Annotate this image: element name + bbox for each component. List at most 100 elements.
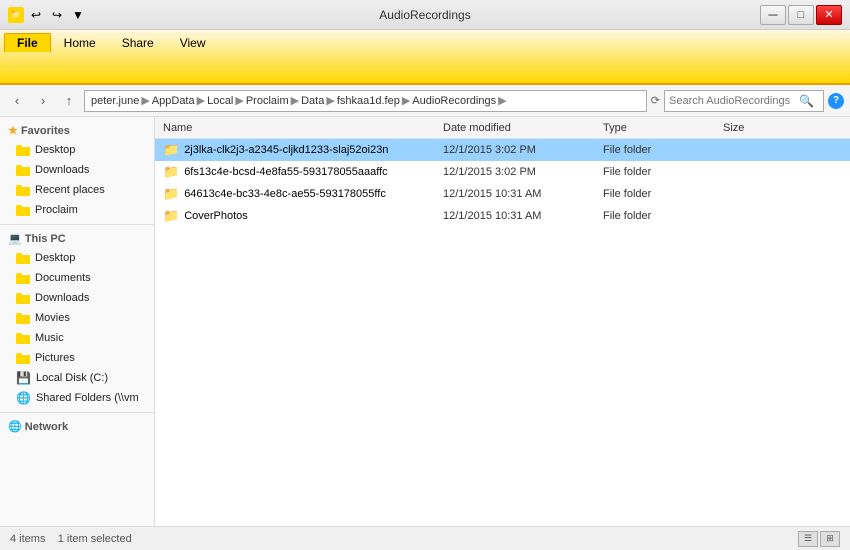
star-icon: ★ bbox=[8, 125, 18, 137]
sidebar-item-music[interactable]: Music bbox=[0, 328, 154, 348]
folder-icon bbox=[16, 185, 30, 196]
folder-icon bbox=[16, 273, 30, 284]
file-name-cell: 📁 64613c4e-bc33-4e8c-ae55-593178055ffc bbox=[163, 186, 443, 202]
sidebar-group-network[interactable]: 🌐 Network bbox=[0, 417, 154, 436]
sidebar-item-proclaim[interactable]: Proclaim bbox=[0, 200, 154, 220]
refresh-button[interactable]: ⟳ bbox=[651, 94, 660, 107]
sidebar-item-downloads-pc[interactable]: Downloads bbox=[0, 288, 154, 308]
col-header-date[interactable]: Date modified bbox=[443, 122, 603, 134]
table-row[interactable]: 📁 CoverPhotos 12/1/2015 10:31 AM File fo… bbox=[155, 205, 850, 227]
maximize-button[interactable]: □ bbox=[788, 5, 814, 25]
sidebar: ★ Favorites Desktop Downloads Recent pla… bbox=[0, 117, 155, 526]
file-name-cell: 📁 6fs13c4e-bcsd-4e8fa55-593178055aaaffc bbox=[163, 164, 443, 180]
tab-file[interactable]: File bbox=[4, 33, 51, 52]
nav-up-button[interactable]: ↑ bbox=[58, 90, 80, 112]
window-title: AudioRecordings bbox=[379, 8, 470, 22]
sidebar-item-pictures[interactable]: Pictures bbox=[0, 348, 154, 368]
view-tiles-button[interactable]: ⊞ bbox=[820, 531, 840, 547]
folder-icon bbox=[16, 333, 30, 344]
sidebar-item-localdisk[interactable]: 💾 Local Disk (C:) bbox=[0, 368, 154, 388]
sidebar-item-movies[interactable]: Movies bbox=[0, 308, 154, 328]
file-date-cell: 12/1/2015 10:31 AM bbox=[443, 210, 603, 222]
main-area: ★ Favorites Desktop Downloads Recent pla… bbox=[0, 117, 850, 526]
sidebar-section-thispc: 💻 This PC Desktop Documents Downloads Mo… bbox=[0, 229, 154, 408]
tab-share[interactable]: Share bbox=[109, 33, 167, 52]
file-list: 📁 2j3lka-clk2j3-a2345-cljkd1233-slaj52oi… bbox=[155, 139, 850, 227]
minimize-button[interactable]: ─ bbox=[760, 5, 786, 25]
sidebar-item-downloads-fav[interactable]: Downloads bbox=[0, 160, 154, 180]
path-3: Local bbox=[207, 95, 233, 107]
path-1: peter.june bbox=[91, 95, 139, 107]
sidebar-item-recent[interactable]: Recent places bbox=[0, 180, 154, 200]
folder-icon bbox=[16, 165, 30, 176]
view-details-button[interactable]: ☰ bbox=[798, 531, 818, 547]
title-bar-left: 📁 ↩ ↪ ▼ bbox=[8, 6, 87, 24]
view-buttons: ☰ ⊞ bbox=[798, 531, 840, 547]
folder-icon: 📁 bbox=[163, 164, 179, 180]
nav-back-button[interactable]: ‹ bbox=[6, 90, 28, 112]
network-folder-icon: 🌐 bbox=[16, 391, 31, 405]
file-type-cell: File folder bbox=[603, 144, 723, 156]
status-bar: 4 items 1 item selected ☰ ⊞ bbox=[0, 526, 850, 550]
folder-icon bbox=[16, 205, 30, 216]
folder-icon bbox=[16, 313, 30, 324]
address-path[interactable]: peter.june ▶ AppData ▶ Local ▶ Proclaim … bbox=[84, 90, 647, 112]
folder-icon bbox=[16, 145, 30, 156]
sidebar-group-favorites[interactable]: ★ Favorites bbox=[0, 121, 154, 140]
search-icon[interactable]: 🔍 bbox=[799, 94, 814, 108]
column-headers: Name Date modified Type Size bbox=[155, 117, 850, 139]
window-controls: ─ □ ✕ bbox=[760, 5, 842, 25]
sidebar-section-favorites: ★ Favorites Desktop Downloads Recent pla… bbox=[0, 121, 154, 220]
table-row[interactable]: 📁 6fs13c4e-bcsd-4e8fa55-593178055aaaffc … bbox=[155, 161, 850, 183]
quick-access-back[interactable]: ↩ bbox=[27, 6, 45, 24]
sidebar-item-desktop-pc[interactable]: Desktop bbox=[0, 248, 154, 268]
disk-icon: 💾 bbox=[16, 371, 31, 385]
col-header-type[interactable]: Type bbox=[603, 122, 723, 134]
sidebar-divider-1 bbox=[0, 224, 154, 225]
sidebar-item-shared[interactable]: 🌐 Shared Folders (\\vm bbox=[0, 388, 154, 408]
sidebar-divider-2 bbox=[0, 412, 154, 413]
search-input[interactable] bbox=[669, 95, 799, 107]
folder-icon bbox=[16, 293, 30, 304]
help-button[interactable]: ? bbox=[828, 93, 844, 109]
path-2: AppData bbox=[152, 95, 195, 107]
path-4: Proclaim bbox=[246, 95, 289, 107]
path-7: AudioRecordings bbox=[412, 95, 496, 107]
tab-home[interactable]: Home bbox=[51, 33, 109, 52]
path-6: fshkaa1d.fep bbox=[337, 95, 400, 107]
quick-access-forward[interactable]: ↪ bbox=[48, 6, 66, 24]
table-row[interactable]: 📁 64613c4e-bc33-4e8c-ae55-593178055ffc 1… bbox=[155, 183, 850, 205]
content-area: Name Date modified Type Size 📁 2j3lka-cl… bbox=[155, 117, 850, 526]
table-row[interactable]: 📁 2j3lka-clk2j3-a2345-cljkd1233-slaj52oi… bbox=[155, 139, 850, 161]
folder-icon bbox=[16, 253, 30, 264]
folder-icon: 📁 bbox=[163, 186, 179, 202]
title-bar: 📁 ↩ ↪ ▼ AudioRecordings ─ □ ✕ bbox=[0, 0, 850, 30]
folder-icon: 📁 bbox=[163, 208, 179, 224]
file-date-cell: 12/1/2015 10:31 AM bbox=[443, 188, 603, 200]
file-type-cell: File folder bbox=[603, 188, 723, 200]
col-header-size[interactable]: Size bbox=[723, 122, 803, 134]
file-type-cell: File folder bbox=[603, 210, 723, 222]
sidebar-item-documents[interactable]: Documents bbox=[0, 268, 154, 288]
app-icon: 📁 bbox=[8, 7, 24, 23]
status-item-count: 4 items 1 item selected bbox=[10, 533, 132, 545]
file-date-cell: 12/1/2015 3:02 PM bbox=[443, 166, 603, 178]
search-box[interactable]: 🔍 bbox=[664, 90, 824, 112]
ribbon-tabs: File Home Share View bbox=[0, 30, 850, 52]
nav-forward-button[interactable]: › bbox=[32, 90, 54, 112]
path-5: Data bbox=[301, 95, 324, 107]
file-name-cell: 📁 2j3lka-clk2j3-a2345-cljkd1233-slaj52oi… bbox=[163, 142, 443, 158]
file-type-cell: File folder bbox=[603, 166, 723, 178]
computer-icon: 💻 bbox=[8, 233, 22, 245]
sidebar-item-desktop-fav[interactable]: Desktop bbox=[0, 140, 154, 160]
col-header-name[interactable]: Name bbox=[163, 122, 443, 134]
ribbon: File Home Share View bbox=[0, 30, 850, 85]
close-button[interactable]: ✕ bbox=[816, 5, 842, 25]
sidebar-group-thispc[interactable]: 💻 This PC bbox=[0, 229, 154, 248]
quick-access: 📁 ↩ ↪ ▼ bbox=[8, 6, 87, 24]
sidebar-section-network: 🌐 Network bbox=[0, 417, 154, 436]
quick-access-dropdown[interactable]: ▼ bbox=[69, 6, 87, 24]
folder-icon bbox=[16, 353, 30, 364]
ribbon-content bbox=[0, 52, 850, 85]
tab-view[interactable]: View bbox=[167, 33, 219, 52]
